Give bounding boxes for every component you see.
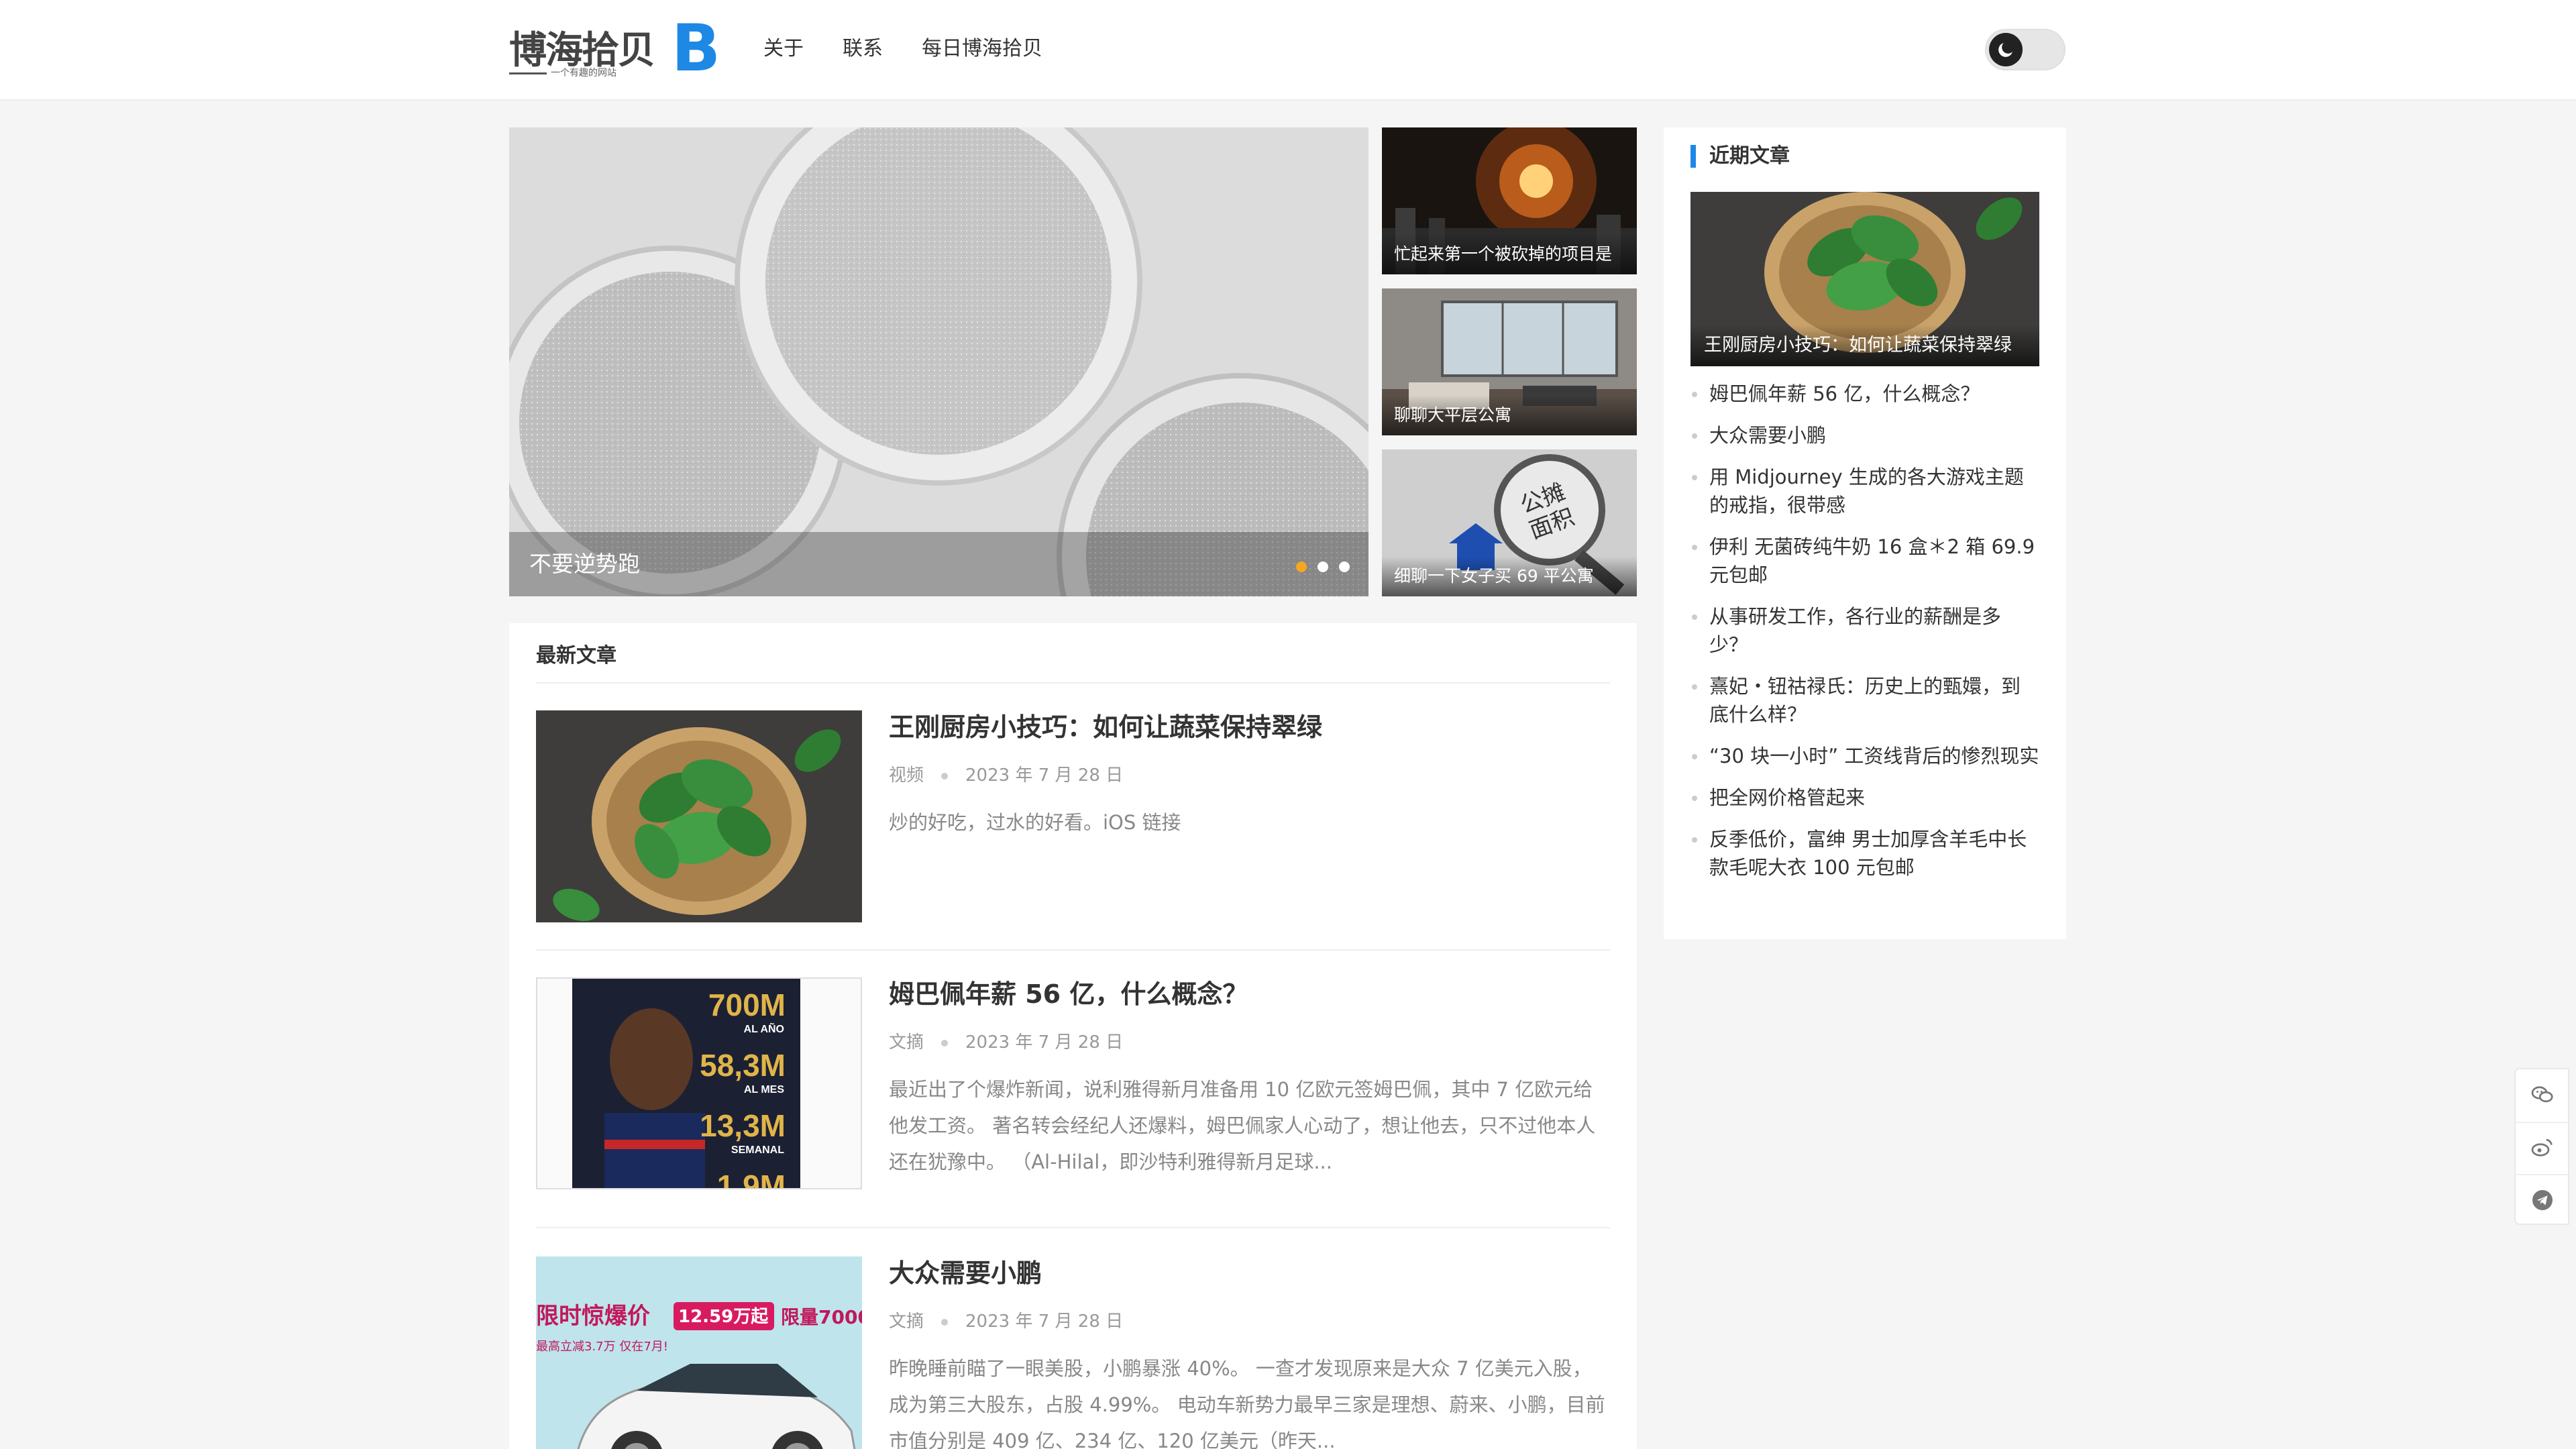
main-nav: 关于 联系 每日博海拾贝 <box>763 34 1042 64</box>
post-thumbnail[interactable]: 700M AL AÑO 58,3M AL MES 13,3M SEMANAL 1… <box>536 977 862 1189</box>
sidebar-item[interactable]: 熹妃・钮祜禄氏：历史上的甄嬛，到底什么样？ <box>1690 672 2039 729</box>
post-date: 2023 年 7 月 28 日 <box>965 765 1124 786</box>
sidebar-title: 近期文章 <box>1690 145 1790 168</box>
sidebar-item[interactable]: 把全网价格管起来 <box>1690 784 2039 812</box>
meta-separator <box>941 772 949 780</box>
meta-separator <box>941 1318 949 1326</box>
overlay-al-mes: AL MES <box>744 1084 784 1095</box>
thumb-caption: 细聊一下女子买 69 平公寓 <box>1382 556 1637 596</box>
sidebar-item[interactable]: “30 块一小时” 工资线背后的惨烈现实 <box>1690 742 2039 770</box>
ad-subtext: 最高立减3.7万 仅在7月! <box>536 1340 668 1354</box>
sidebar-item[interactable]: 姆巴佩年薪 56 亿，什么概念？ <box>1690 380 2039 408</box>
post-excerpt: 炒的好吃，过水的好看。iOS 链接 <box>889 811 1181 834</box>
sidebar-item[interactable]: 从事研发工作，各行业的薪酬是多少？ <box>1690 602 2039 659</box>
car-ad-image: 限时惊爆价 12.59万起 限量7000台 最高立减3.7万 仅在7月! <box>536 1256 862 1449</box>
dark-mode-toggle[interactable] <box>1985 29 2065 70</box>
slider-dots <box>1296 561 1350 572</box>
post-date: 2023 年 7 月 28 日 <box>965 1311 1124 1332</box>
post-thumbnail[interactable]: 限时惊爆价 12.59万起 限量7000台 最高立减3.7万 仅在7月! <box>536 1256 862 1449</box>
slider-dot-1[interactable] <box>1296 561 1307 572</box>
thumb-caption: 忙起来第一个被砍掉的项目是 <box>1382 234 1637 274</box>
post-meta: 文摘 2023 年 7 月 28 日 <box>889 1307 1123 1332</box>
post-date: 2023 年 7 月 28 日 <box>965 1032 1124 1053</box>
ad-price: 12.59万起 <box>678 1307 769 1327</box>
post-title[interactable]: 王刚厨房小技巧：如何让蔬菜保持翠绿 <box>889 706 1322 743</box>
post-category[interactable]: 文摘 <box>889 1032 924 1053</box>
sidebar-feature-caption: 王刚厨房小技巧：如何让蔬菜保持翠绿 <box>1690 325 2039 366</box>
slider-dot-3[interactable] <box>1339 561 1350 572</box>
sidebar-item[interactable]: 用 Midjourney 生成的各大游戏主题的戒指，很带感 <box>1690 463 2039 519</box>
post-excerpt: 最近出了个爆炸新闻，说利雅得新月准备用 10 亿欧元签姆巴佩，其中 7 亿欧元给… <box>889 1078 1596 1173</box>
telegram-button[interactable] <box>2516 1174 2569 1225</box>
telegram-icon <box>2532 1190 2553 1210</box>
sidebar-feature[interactable]: 王刚厨房小技巧：如何让蔬菜保持翠绿 <box>1690 192 2039 366</box>
sidebar-item[interactable]: 反季低价，富绅 男士加厚含羊毛中长款毛呢大衣 100 元包邮 <box>1690 825 2039 881</box>
sidebar-item[interactable]: 大众需要小鹏 <box>1690 421 2039 449</box>
thumb-card[interactable]: 忙起来第一个被砍掉的项目是 <box>1382 127 1637 274</box>
post-title[interactable]: 大众需要小鹏 <box>889 1252 1042 1289</box>
slider-image <box>509 127 1368 596</box>
weibo-icon <box>2531 1138 2553 1157</box>
mbappe-image: 700M AL AÑO 58,3M AL MES 13,3M SEMANAL 1… <box>537 979 861 1189</box>
ad-limit: 限量7000台 <box>781 1306 862 1328</box>
slider-caption[interactable]: 不要逆势跑 <box>509 532 1368 596</box>
ad-promo-text: 限时惊爆价 <box>536 1303 650 1330</box>
nav-about[interactable]: 关于 <box>763 34 804 64</box>
thumb-card[interactable]: 聊聊大平层公寓 <box>1382 288 1637 435</box>
thumb-caption: 聊聊大平层公寓 <box>1382 395 1637 435</box>
overlay-700m: 700M <box>708 987 786 1022</box>
nav-daily[interactable]: 每日博海拾贝 <box>922 34 1042 64</box>
spinach-image <box>536 710 862 922</box>
moon-icon <box>1989 33 2023 66</box>
nav-contact[interactable]: 联系 <box>843 34 883 64</box>
post-thumbnail[interactable] <box>536 710 862 922</box>
logo-tagline: 一个有趣的网站 <box>509 66 616 79</box>
sidebar-item[interactable]: 伊利 无菌砖纯牛奶 16 盒＊2 箱 69.9 元包邮 <box>1690 533 2039 589</box>
post-category[interactable]: 视频 <box>889 765 924 786</box>
overlay-58m: 58,3M <box>700 1048 786 1083</box>
site-header: 博海拾贝 B 一个有趣的网站 关于 联系 每日博海拾贝 <box>0 0 2576 101</box>
overlay-1-9m: 1,9M <box>717 1169 786 1189</box>
thumb-card[interactable]: 公摊 面积 细聊一下女子买 69 平公寓 <box>1382 449 1637 596</box>
latest-posts: 最新文章 王刚厨房小技巧：如何让蔬菜保持翠绿 视频 2023 年 7 月 28 日… <box>509 623 1637 1449</box>
post-excerpt: 昨晚睡前瞄了一眼美股，小鹏暴涨 40%。 一查才发现原来是大众 7 亿美元入股，… <box>889 1357 1605 1449</box>
recent-posts-sidebar: 近期文章 王刚厨房小技巧：如何让蔬菜保持翠绿 姆巴佩年薪 56 亿，什么概念？ … <box>1664 127 2066 939</box>
weibo-button[interactable] <box>2516 1122 2569 1173</box>
featured-slider[interactable]: 不要逆势跑 <box>509 127 1368 596</box>
floating-share-bar <box>2514 1068 2569 1225</box>
logo-letter: B <box>671 11 720 86</box>
section-title: 最新文章 <box>536 644 616 667</box>
post-meta: 视频 2023 年 7 月 28 日 <box>889 761 1123 786</box>
wechat-icon <box>2531 1086 2553 1103</box>
overlay-semanal: SEMANAL <box>731 1144 784 1156</box>
post-meta: 文摘 2023 年 7 月 28 日 <box>889 1028 1123 1053</box>
post-title[interactable]: 姆巴佩年薪 56 亿，什么概念？ <box>889 973 1248 1010</box>
divider <box>536 682 1610 684</box>
sidebar-list: 姆巴佩年薪 56 亿，什么概念？ 大众需要小鹏 用 Midjourney 生成的… <box>1690 380 2039 895</box>
site-logo[interactable]: 博海拾贝 B 一个有趣的网站 <box>509 11 720 86</box>
post-category[interactable]: 文摘 <box>889 1311 924 1332</box>
overlay-al-ano: AL AÑO <box>744 1022 784 1035</box>
overlay-13m: 13,3M <box>700 1108 786 1143</box>
divider <box>536 1227 1610 1228</box>
slider-dot-2[interactable] <box>1318 561 1328 572</box>
wechat-button[interactable] <box>2516 1069 2569 1120</box>
meta-separator <box>941 1039 949 1046</box>
divider <box>536 949 1610 951</box>
